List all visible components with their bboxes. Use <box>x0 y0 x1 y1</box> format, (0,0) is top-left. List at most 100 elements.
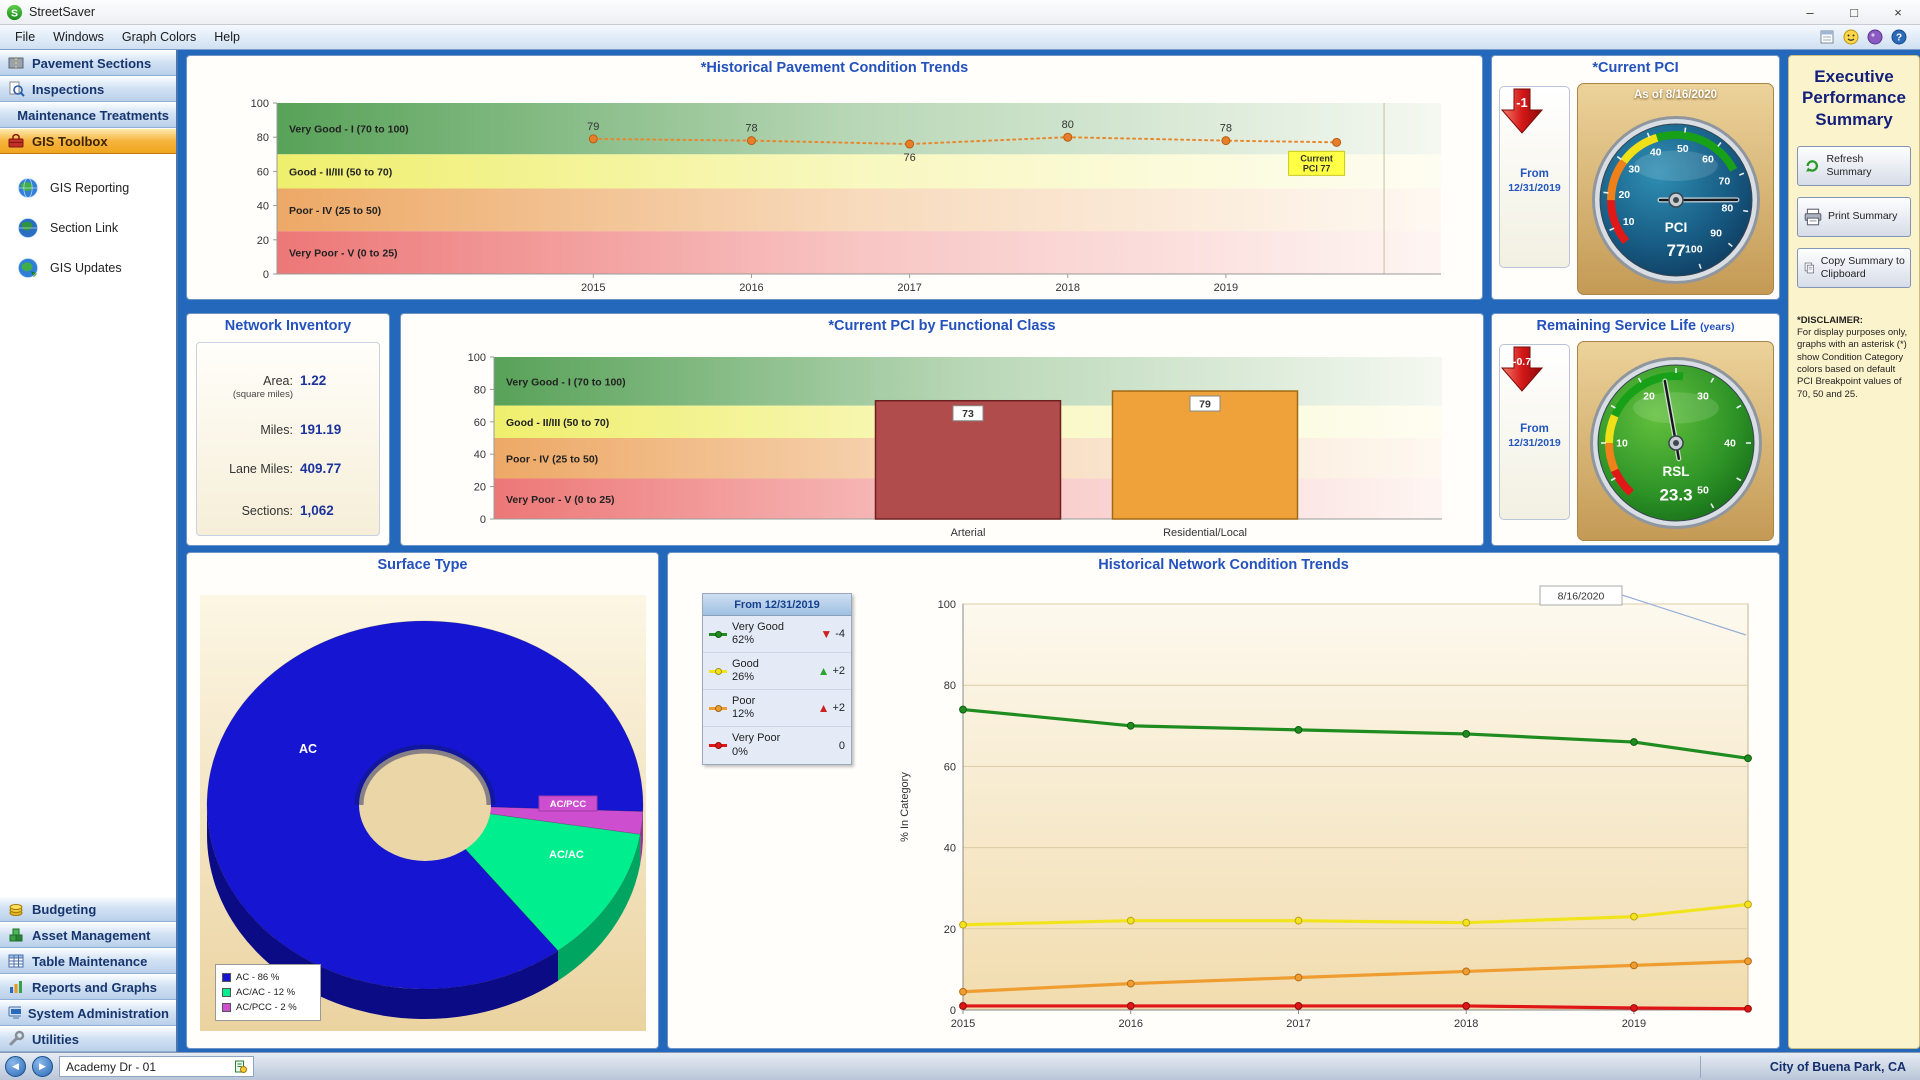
svg-text:2018: 2018 <box>1056 282 1080 294</box>
svg-text:Very Good - I (70 to 100): Very Good - I (70 to 100) <box>289 124 409 136</box>
pie-legend: AC - 86 % AC/AC - 12 % AC/PCC - 2 % <box>215 964 321 1021</box>
sidebar-item-label: Budgeting <box>32 902 96 917</box>
menu-graph-colors[interactable]: Graph Colors <box>113 27 205 47</box>
streetsaver-window: S StreetSaver – □ × File Windows Graph C… <box>0 0 1920 1080</box>
chart-title: Surface Type <box>187 557 658 573</box>
svg-text:60: 60 <box>474 417 486 429</box>
svg-text:Arterial: Arterial <box>951 527 986 539</box>
sidebar-item-gis-reporting[interactable]: GIS Reporting <box>0 168 176 208</box>
inventory-value: 1.22 <box>300 373 326 388</box>
sidebar-item-gis-updates[interactable]: GIS Updates <box>0 248 176 288</box>
status-bar: ◀ ▶ Academy Dr - 01 City of Buena Park, … <box>0 1052 1920 1080</box>
sidebar-item-section-link[interactable]: Section Link <box>0 208 176 248</box>
refresh-summary-button[interactable]: Refresh Summary <box>1797 146 1911 186</box>
chart-title: *Historical Pavement Condition Trends <box>187 60 1482 76</box>
sidebar-item-pavement-sections[interactable]: Pavement Sections <box>0 50 176 76</box>
sidebar-item-maintenance-treatments[interactable]: Maintenance Treatments <box>0 102 176 128</box>
rsl-delta-box: -0.7 From 12/31/2019 <box>1499 344 1570 520</box>
svg-text:2017: 2017 <box>1286 1018 1310 1030</box>
legend-item: AC/AC - 12 % <box>222 985 314 1000</box>
inventory-note: (square miles) <box>197 389 293 400</box>
sidebar-item-reports-and-graphs[interactable]: Reports and Graphs <box>0 974 176 1000</box>
copy-summary-button[interactable]: Copy Summary to Clipboard <box>1797 248 1911 288</box>
pci-gauge-box: As of 8/16/2020 102030405060708090100PCI… <box>1577 83 1774 295</box>
pci-delta-down-arrow-icon: -1 <box>1500 87 1544 135</box>
sidebar-item-label: Table Maintenance <box>32 954 147 969</box>
svg-text:78: 78 <box>1220 123 1232 135</box>
svg-text:2019: 2019 <box>1622 1018 1646 1030</box>
sidebar-item-asset-management[interactable]: Asset Management <box>0 922 176 948</box>
reports-and-graphs-icon <box>7 978 25 996</box>
menu-bar: File Windows Graph Colors Help ? <box>0 25 1920 50</box>
legend-item: AC/PCC - 2 % <box>222 1000 314 1015</box>
sidebar-item-table-maintenance[interactable]: Table Maintenance <box>0 948 176 974</box>
rsl-delta-value: -0.7 <box>1513 356 1531 368</box>
svg-text:PCI 77: PCI 77 <box>1303 163 1331 173</box>
svg-text:23.3: 23.3 <box>1659 486 1692 505</box>
sidebar-item-inspections[interactable]: Inspections <box>0 76 176 102</box>
sidebar-item-gis-toolbox[interactable]: GIS Toolbox <box>0 128 176 154</box>
sidebar-item-budgeting[interactable]: Budgeting <box>0 896 176 922</box>
series-line-icon <box>709 744 727 747</box>
main-content: Pavement Sections Inspections Maintenanc… <box>0 50 1920 1052</box>
theme-icon[interactable] <box>1866 28 1884 46</box>
sidebar-item-label: System Administration <box>28 1006 169 1021</box>
menu-help[interactable]: Help <box>205 27 249 47</box>
svg-text:2015: 2015 <box>581 282 605 294</box>
sidebar-item-label: Utilities <box>32 1032 79 1047</box>
svg-text:80: 80 <box>257 132 269 144</box>
svg-text:2016: 2016 <box>1118 1018 1142 1030</box>
forward-button[interactable]: ▶ <box>32 1056 53 1077</box>
legend-item: AC - 86 % <box>222 970 314 985</box>
svg-text:77: 77 <box>1667 241 1686 260</box>
minimize-button[interactable]: – <box>1788 0 1832 24</box>
sidebar-item-label: Maintenance Treatments <box>17 108 169 123</box>
system-administration-icon <box>7 1004 21 1022</box>
sidebar-item-utilities[interactable]: Utilities <box>0 1026 176 1052</box>
help-icon[interactable]: ? <box>1890 28 1908 46</box>
inspections-icon <box>7 80 25 98</box>
sidebar-item-label: Pavement Sections <box>32 56 151 71</box>
smiley-icon[interactable] <box>1842 28 1860 46</box>
section-locate-icon[interactable] <box>234 1060 247 1073</box>
window-title: StreetSaver <box>29 5 95 19</box>
sidebar-item-label: Reports and Graphs <box>32 980 157 995</box>
svg-text:20: 20 <box>474 482 486 494</box>
svg-text:100: 100 <box>468 352 486 364</box>
print-summary-button[interactable]: Print Summary <box>1797 197 1911 237</box>
utilities-icon <box>7 1030 25 1048</box>
pci-from-date: 12/31/2019 <box>1508 182 1561 194</box>
summary-form-icon[interactable] <box>1818 28 1836 46</box>
title-bar: S StreetSaver – □ × <box>0 0 1920 25</box>
menu-file[interactable]: File <box>6 27 44 47</box>
rsl-from-label: From <box>1520 423 1549 435</box>
maximize-button[interactable]: □ <box>1832 0 1876 24</box>
legend-row: Very Good62% ▼-4 <box>703 616 851 653</box>
agency-name: City of Buena Park, CA <box>1700 1056 1915 1078</box>
chart-title: Historical Network Condition Trends <box>668 557 1779 573</box>
svg-text:Good - II/III (50 to 70): Good - II/III (50 to 70) <box>289 166 392 178</box>
executive-summary-panel: Executive Performance Summary Refresh Su… <box>1788 55 1920 1049</box>
disclaimer: *DISCLAIMER: For display purposes only, … <box>1797 315 1911 401</box>
svg-text:20: 20 <box>257 235 269 247</box>
svg-text:50: 50 <box>1697 484 1709 496</box>
series-line-icon <box>709 670 727 673</box>
sidebar-item-system-administration[interactable]: System Administration <box>0 1000 176 1026</box>
section-selector[interactable]: Academy Dr - 01 <box>59 1056 254 1077</box>
sidebar-item-label: Asset Management <box>32 928 150 943</box>
legend-row: Very Poor0% 0 <box>703 727 851 764</box>
svg-text:AC: AC <box>299 742 317 756</box>
svg-text:10: 10 <box>1616 438 1628 450</box>
back-button[interactable]: ◀ <box>5 1056 26 1077</box>
menu-windows[interactable]: Windows <box>44 27 113 47</box>
svg-text:?: ? <box>1896 33 1902 44</box>
close-button[interactable]: × <box>1876 0 1920 24</box>
table-maintenance-icon <box>7 952 25 970</box>
panel-title: Remaining Service Life (years) <box>1492 318 1779 334</box>
globe-icon <box>16 176 40 200</box>
svg-text:2019: 2019 <box>1214 282 1238 294</box>
panel-title: Network Inventory <box>187 318 389 334</box>
svg-text:80: 80 <box>474 384 486 396</box>
series-line-icon <box>709 707 727 710</box>
pci-delta-value: -1 <box>1516 95 1528 110</box>
